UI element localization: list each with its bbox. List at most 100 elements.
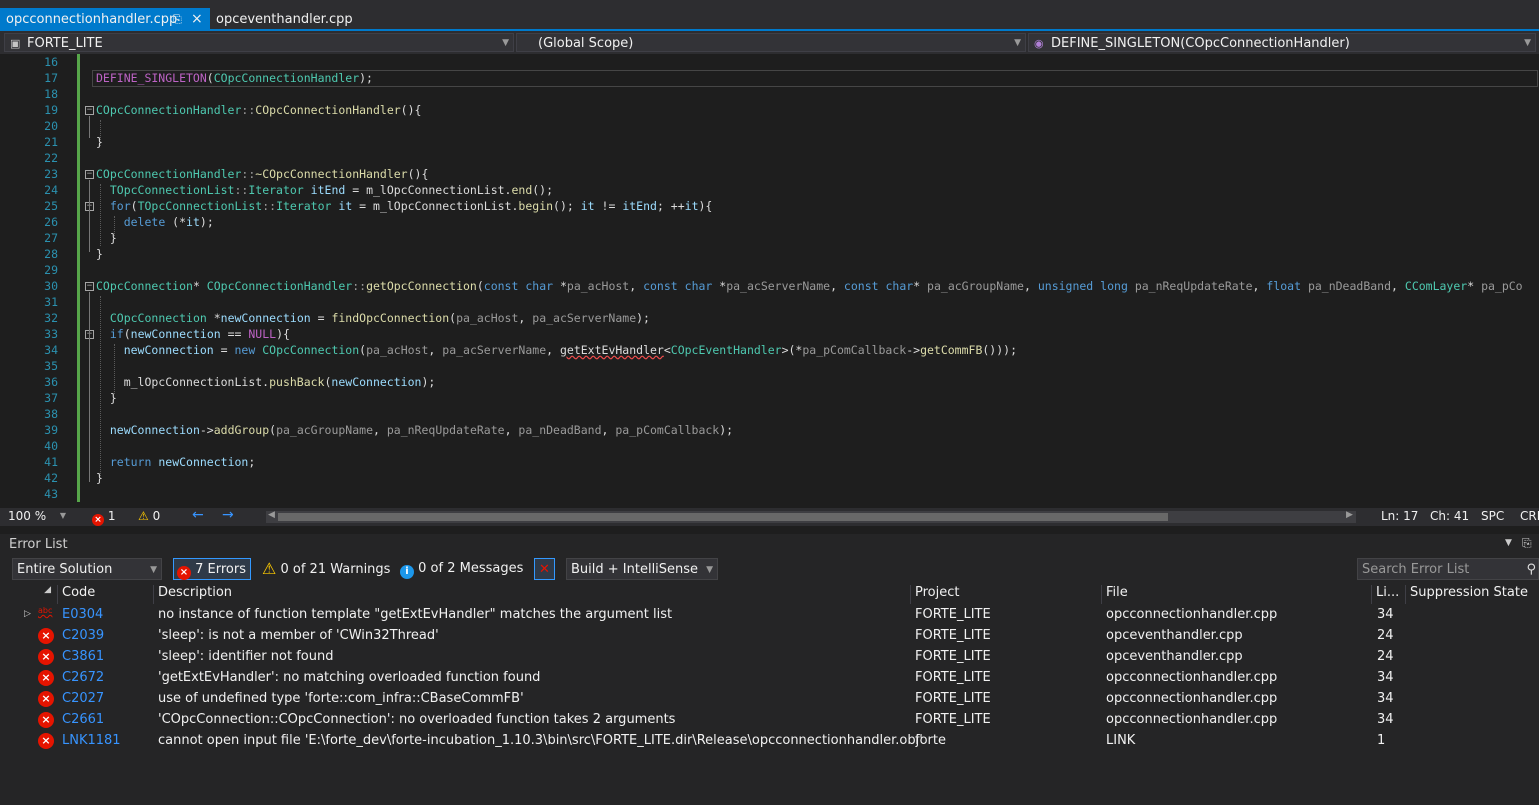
error-line: 24: [1377, 649, 1394, 664]
code-token: ,: [373, 423, 387, 437]
member-dropdown[interactable]: ◉ DEFINE_SINGLETON(COpcConnectionHandler…: [1028, 33, 1536, 52]
line-number: 37: [44, 391, 58, 405]
error-description: use of undefined type 'forte::com_infra:…: [158, 691, 524, 706]
build-filter-dropdown[interactable]: Build + IntelliSense ▼: [566, 558, 718, 580]
code-token: pushBack: [269, 375, 325, 389]
zoom-dropdown[interactable]: 100 % ▼: [4, 508, 70, 525]
code-editor[interactable]: DEFINE_SINGLETON(COpcConnectionHandler);…: [0, 54, 1539, 508]
code-line[interactable]: newConnection = new COpcConnection(pa_ac…: [96, 342, 1017, 358]
code-token: ::: [241, 103, 256, 117]
code-token: ::: [352, 279, 367, 293]
scroll-right-icon[interactable]: ▶: [1346, 510, 1353, 520]
code-token: it: [338, 199, 353, 213]
warning-count-indicator[interactable]: ⚠ 0: [138, 509, 160, 523]
code-token: Iterator: [276, 199, 332, 213]
panel-menu-icon[interactable]: ▼: [1505, 538, 1512, 548]
line-number: 28: [44, 247, 58, 261]
error-icon: ×: [38, 712, 54, 728]
error-code[interactable]: E0304: [62, 607, 103, 622]
code-line[interactable]: DEFINE_SINGLETON(COpcConnectionHandler);: [96, 70, 373, 86]
error-code[interactable]: C2027: [62, 691, 104, 706]
column-header-line[interactable]: Li...: [1372, 585, 1406, 604]
error-line: 24: [1377, 628, 1394, 643]
navigate-forward-icon[interactable]: →: [222, 507, 234, 523]
tab-label: opceventhandler.cpp: [216, 12, 353, 27]
code-line[interactable]: m_lOpcConnectionList.pushBack(newConnect…: [96, 374, 436, 390]
tab-label: opcconnectionhandler.cpp: [6, 12, 178, 27]
search-error-list-input[interactable]: Search Error List ⚲: [1357, 558, 1539, 580]
line-number: 23: [44, 167, 58, 181]
code-line[interactable]: newConnection->addGroup(pa_acGroupName, …: [96, 422, 733, 438]
column-header-file[interactable]: File: [1102, 585, 1372, 604]
table-row[interactable]: × C2039 'sleep': is not a member of 'CWin3…: [0, 625, 1539, 646]
code-line[interactable]: if(newConnection == NULL){: [96, 326, 290, 342]
code-token: = m_lOpcConnectionList.: [352, 199, 519, 213]
code-line[interactable]: for(TOpcConnectionList::Iterator it = m_…: [96, 198, 713, 214]
table-row[interactable]: ▷ abc E0304 no instance of function templat…: [0, 604, 1539, 625]
code-token: newConnection: [220, 311, 311, 325]
pin-icon[interactable]: ⎘: [1522, 536, 1532, 551]
collapse-icon[interactable]: −: [85, 106, 94, 115]
error-line: 34: [1377, 691, 1394, 706]
horizontal-scrollbar-thumb[interactable]: [278, 513, 1168, 521]
error-code[interactable]: LNK1181: [62, 733, 121, 748]
code-token: (: [476, 279, 484, 293]
close-icon[interactable]: ×: [191, 8, 203, 31]
column-header-project[interactable]: Project: [911, 585, 1102, 604]
error-count-indicator[interactable]: × 1: [92, 509, 115, 526]
chevron-down-icon: ▼: [502, 38, 509, 48]
code-token: const: [843, 279, 879, 293]
error-code[interactable]: C2661: [62, 712, 104, 727]
code-line[interactable]: COpcConnection* COpcConnectionHandler::g…: [96, 278, 1523, 294]
code-line[interactable]: COpcConnectionHandler::~COpcConnectionHa…: [96, 166, 428, 182]
code-token: = m_lOpcConnectionList.: [345, 183, 512, 197]
collapse-icon[interactable]: −: [85, 282, 94, 291]
tab-opcconnectionhandler[interactable]: opcconnectionhandler.cpp ⎘ ×: [0, 8, 210, 31]
collapse-icon[interactable]: −: [85, 170, 94, 179]
code-token: !=: [594, 199, 623, 213]
code-token: (){: [407, 167, 429, 181]
expand-icon[interactable]: ▷: [24, 609, 31, 619]
project-dropdown[interactable]: ▣ FORTE_LITE ▼: [4, 33, 514, 52]
error-code[interactable]: C2672: [62, 670, 104, 685]
code-token: itEnd: [310, 183, 346, 197]
errors-filter-toggle[interactable]: × 7 Errors: [173, 558, 251, 580]
code-line[interactable]: TOpcConnectionList::Iterator itEnd = m_l…: [96, 182, 553, 198]
messages-filter-toggle[interactable]: i 0 of 2 Messages: [400, 558, 523, 580]
table-row[interactable]: × C2027 use of undefined type 'forte::com_…: [0, 688, 1539, 709]
error-code[interactable]: C2039: [62, 628, 104, 643]
error-list-panel: Error List ▼ ⎘ Entire Solution ▼ × 7 Err…: [0, 534, 1539, 805]
clear-filter-icon[interactable]: ✕: [534, 558, 555, 580]
table-row[interactable]: × C2672 'getExtEvHandler': no matching ove…: [0, 667, 1539, 688]
code-token: ,: [1391, 279, 1405, 293]
error-description: 'sleep': is not a member of 'CWin32Threa…: [158, 628, 439, 643]
navigate-back-icon[interactable]: ←: [192, 507, 204, 523]
scope-filter-dropdown[interactable]: Entire Solution ▼: [12, 558, 162, 580]
scope-dropdown[interactable]: (Global Scope) ▼: [516, 33, 1026, 52]
code-token: pa_acServerName: [726, 279, 831, 293]
table-row[interactable]: × C3861 'sleep': identifier not found FORTE…: [0, 646, 1539, 667]
code-token: findOpcConnection: [331, 311, 450, 325]
error-code[interactable]: C3861: [62, 649, 104, 664]
tab-opceventhandler[interactable]: opceventhandler.cpp: [210, 8, 359, 31]
scroll-left-icon[interactable]: ◀: [268, 510, 275, 520]
column-header-code[interactable]: Code: [58, 585, 154, 604]
column-header-suppression[interactable]: Suppression State: [1406, 585, 1539, 604]
table-row[interactable]: × C2661 'COpcConnection::COpcConnection': …: [0, 709, 1539, 730]
pin-icon[interactable]: ⎘: [173, 8, 182, 31]
error-description: no instance of function template "getExt…: [158, 607, 673, 622]
messages-filter-label: 0 of 2 Messages: [418, 561, 524, 576]
column-header-description[interactable]: Description: [154, 585, 911, 604]
errors-filter-label: 7 Errors: [195, 562, 247, 577]
table-row[interactable]: × LNK1181 cannot open input file 'E:\forte…: [0, 730, 1539, 751]
code-line[interactable]: COpcConnectionHandler::COpcConnectionHan…: [96, 102, 421, 118]
column-chooser-icon[interactable]: ◢: [0, 585, 58, 604]
code-line[interactable]: }: [96, 246, 103, 262]
code-token: (*: [165, 215, 187, 229]
code-line[interactable]: return newConnection;: [96, 454, 255, 470]
code-token: it: [186, 215, 200, 229]
code-line[interactable]: COpcConnection *newConnection = findOpcC…: [96, 310, 650, 326]
warnings-filter-toggle[interactable]: ⚠ 0 of 21 Warnings: [262, 558, 390, 580]
error-line: 34: [1377, 712, 1394, 727]
